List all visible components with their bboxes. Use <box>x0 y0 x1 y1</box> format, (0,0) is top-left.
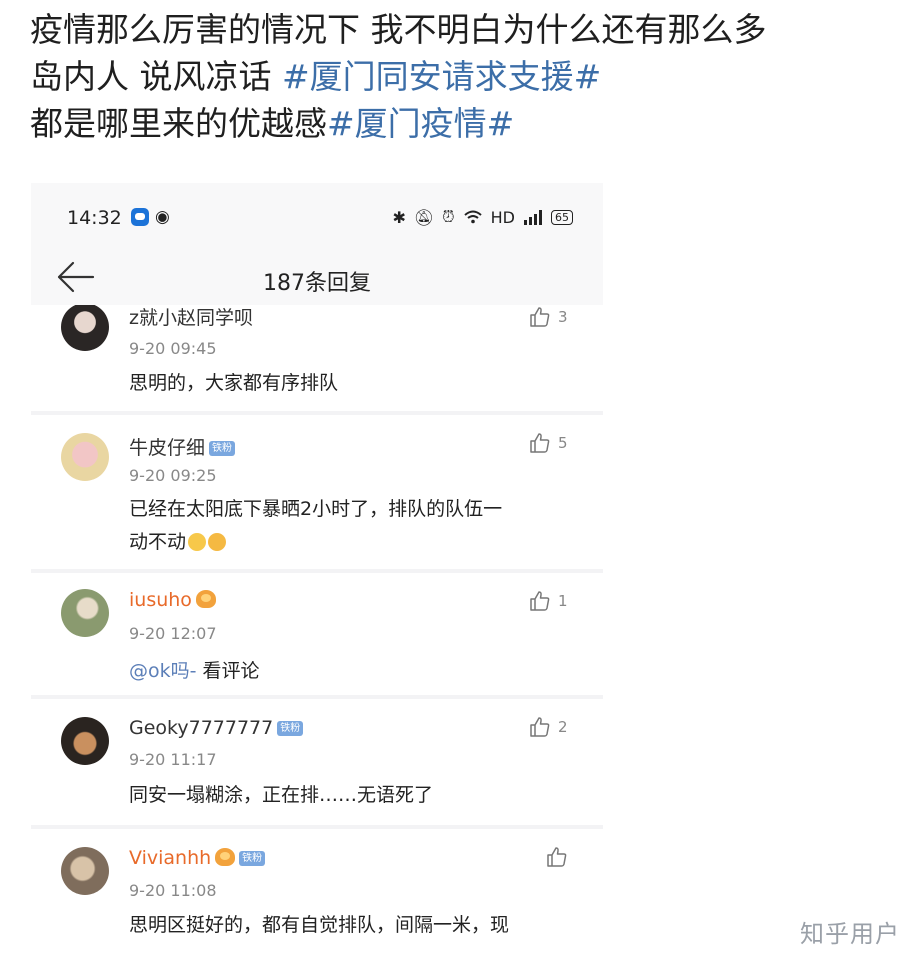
like-count: 1 <box>558 592 568 610</box>
comment-time: 9-20 11:08 <box>129 881 217 900</box>
bluetooth-icon: ✱ <box>392 207 406 227</box>
comment-time: 9-20 12:07 <box>129 624 217 643</box>
mention-link[interactable]: @ok吗- <box>129 660 196 682</box>
comment-content-line-2: 动不动 <box>129 526 579 559</box>
comment-item[interactable]: Geoky7777777 铁粉 9-20 11:17 同安一塌糊涂，正在排……无语… <box>31 699 603 825</box>
comment-username-text: Geoky7777777 <box>129 717 274 739</box>
comment-time: 9-20 09:25 <box>129 466 217 485</box>
comment-time: 9-20 09:45 <box>129 339 217 358</box>
comment-content: @ok吗- 看评论 <box>129 655 579 688</box>
like-button[interactable] <box>545 845 569 869</box>
like-icon <box>530 307 550 327</box>
comment-username-text: 牛皮仔细 <box>129 437 206 459</box>
like-count: 5 <box>558 434 568 452</box>
comment-list: z就小赵同学呗 9-20 09:45 思明的，大家都有序排队 3 牛皮仔细 铁粉 … <box>31 305 603 945</box>
comment-username[interactable]: 牛皮仔细 铁粉 <box>129 433 236 460</box>
alarm-icon: ⏰︎ <box>442 207 455 226</box>
wifi-icon <box>463 210 482 224</box>
comment-item[interactable]: Vivianhh 铁粉 9-20 11:08 思明区挺好的，都有自觉排队，间隔一米… <box>31 829 603 945</box>
like-button[interactable]: 5 <box>528 431 568 455</box>
comment-content-line: 已经在太阳底下暴晒2小时了，排队的队伍一 <box>129 498 503 520</box>
status-time: 14:32 <box>67 207 122 229</box>
phone-screenshot: 14:32 ◉ ✱ 🔕︎ ⏰︎ HD 65 187条回复 z就小赵同学呗 9-2… <box>31 183 603 945</box>
emoji-icon <box>188 533 207 551</box>
hashtag-link[interactable]: #厦门疫情# <box>327 104 514 143</box>
comment-username[interactable]: z就小赵同学呗 <box>129 305 253 330</box>
comment-time: 9-20 11:17 <box>129 750 217 769</box>
fan-badge: 铁粉 <box>209 441 236 456</box>
hashtag-link[interactable]: #厦门同安请求支援# <box>282 57 601 96</box>
watermark: 知乎用户 <box>800 920 900 948</box>
like-button[interactable]: 1 <box>528 589 568 613</box>
page-title: 187条回复 <box>263 271 371 296</box>
post-line-1: 疫情那么厉害的情况下 我不明白为什么还有那么多 <box>30 10 767 49</box>
signal-icon <box>524 210 542 225</box>
comment-item[interactable]: 牛皮仔细 铁粉 9-20 09:25 已经在太阳底下暴晒2小时了，排队的队伍一 动… <box>31 415 603 569</box>
app-notification-icon <box>131 208 149 226</box>
avatar[interactable] <box>61 847 109 895</box>
avatar[interactable] <box>61 433 109 481</box>
like-button[interactable]: 3 <box>528 305 568 329</box>
post-text: 疫情那么厉害的情况下 我不明白为什么还有那么多 岛内人 说风凉话 #厦门同安请求… <box>30 6 910 147</box>
like-icon <box>530 591 550 611</box>
status-bar: 14:32 ◉ ✱ 🔕︎ ⏰︎ HD 65 <box>31 183 603 253</box>
like-count: 3 <box>558 308 568 326</box>
fan-badge: 铁粉 <box>239 851 266 866</box>
like-count: 2 <box>558 718 568 736</box>
battery-icon: 65 <box>551 209 573 225</box>
network-label: HD <box>490 207 515 227</box>
comment-content: 同安一塌糊涂，正在排……无语死了 <box>129 784 434 806</box>
comment-item[interactable]: z就小赵同学呗 9-20 09:45 思明的，大家都有序排队 3 <box>31 305 603 411</box>
comment-username[interactable]: Geoky7777777 铁粉 <box>129 717 304 739</box>
avatar[interactable] <box>61 717 109 765</box>
comment-content-text: 动不动 <box>129 531 187 553</box>
avatar[interactable] <box>61 589 109 637</box>
like-icon <box>530 717 550 737</box>
post-line-3-text: 都是哪里来的优越感 <box>30 104 327 143</box>
comment-username[interactable]: iusuho <box>129 589 216 611</box>
like-icon <box>530 433 550 453</box>
mute-icon: 🔕︎ <box>413 207 435 227</box>
comment-content: 思明的，大家都有序排队 <box>129 372 339 394</box>
like-icon <box>547 847 567 867</box>
nav-bar: 187条回复 <box>31 253 603 306</box>
comment-content: 思明区挺好的，都有自觉排队，间隔一米，现 <box>129 914 510 936</box>
emoji-icon <box>208 533 227 551</box>
status-app-icons: ◉ <box>131 208 170 226</box>
post-line-3: 都是哪里来的优越感#厦门疫情# <box>30 100 910 147</box>
comment-item[interactable]: iusuho 9-20 12:07 @ok吗- 看评论 1 <box>31 573 603 695</box>
post-line-2: 岛内人 说风凉话 #厦门同安请求支援# <box>30 53 910 100</box>
post-line-2-text: 岛内人 说风凉话 <box>30 57 282 96</box>
fan-badge: 铁粉 <box>277 721 304 736</box>
vip-icon <box>195 590 216 608</box>
avatar[interactable] <box>61 305 109 351</box>
status-right: ✱ 🔕︎ ⏰︎ HD 65 <box>392 207 573 227</box>
like-button[interactable]: 2 <box>528 715 568 739</box>
weibo-icon: ◉ <box>155 207 170 227</box>
comment-username-text: iusuho <box>129 589 192 611</box>
comment-content-text: 看评论 <box>196 660 260 682</box>
comment-username-text: Vivianhh <box>129 847 212 869</box>
comment-username[interactable]: Vivianhh 铁粉 <box>129 847 266 869</box>
comment-content: 已经在太阳底下暴晒2小时了，排队的队伍一 动不动 <box>129 493 579 559</box>
vip-icon <box>215 848 236 866</box>
